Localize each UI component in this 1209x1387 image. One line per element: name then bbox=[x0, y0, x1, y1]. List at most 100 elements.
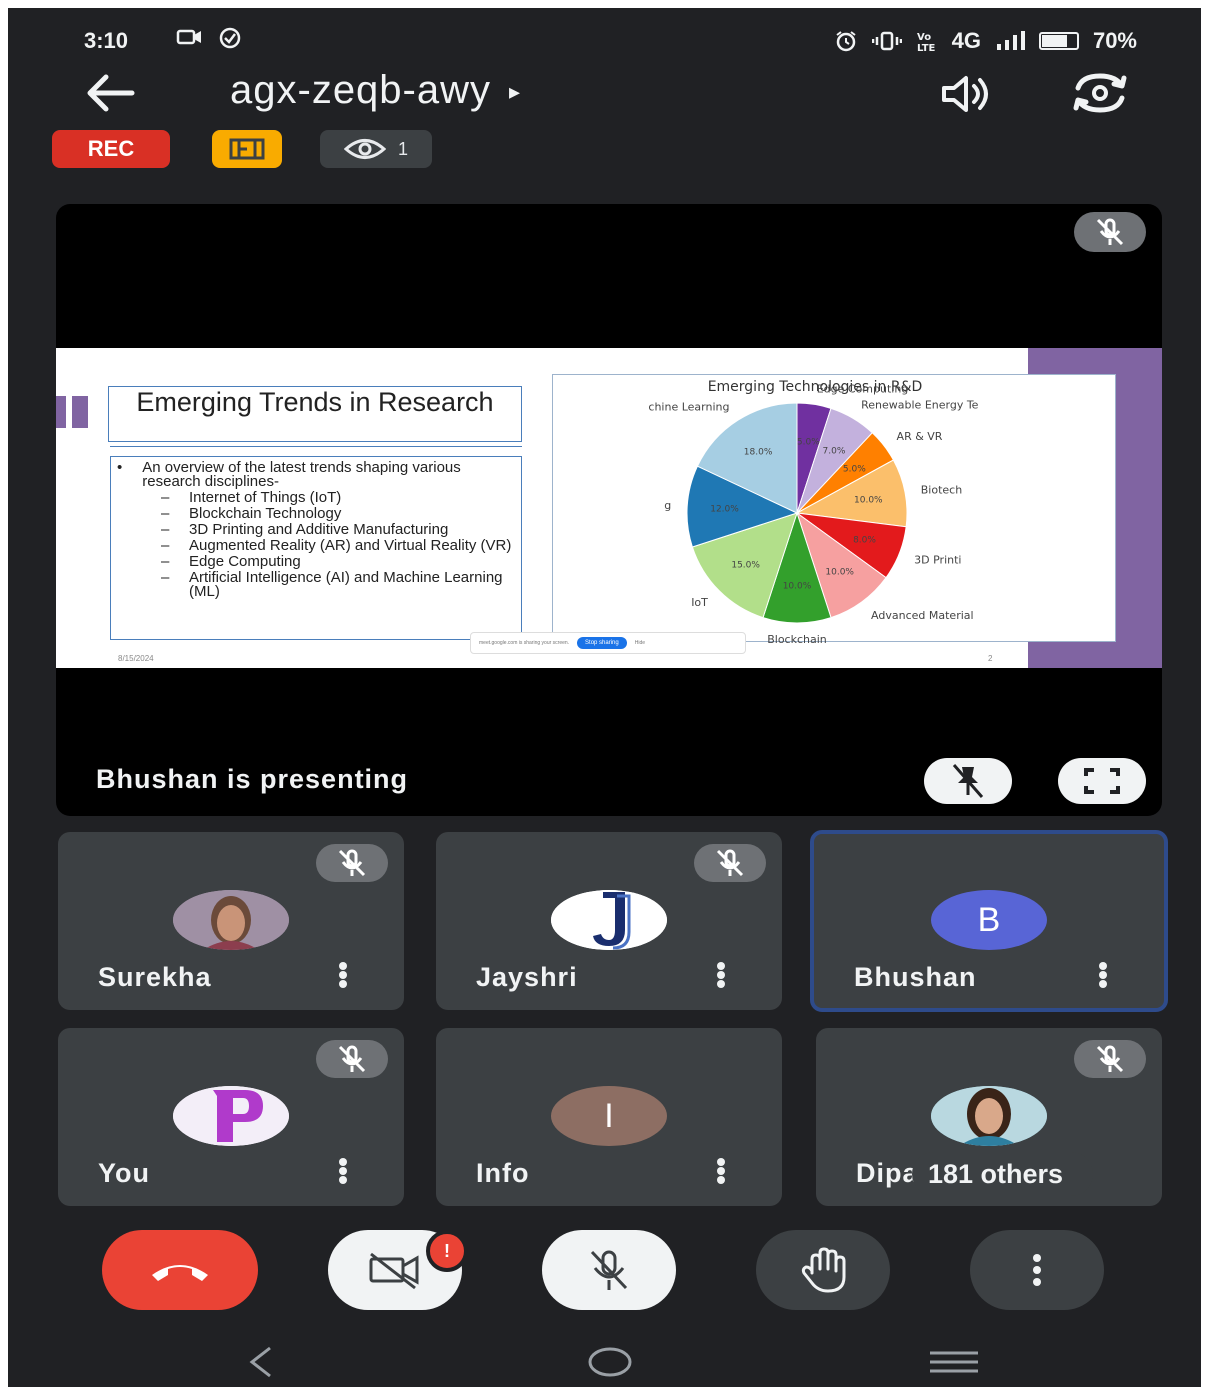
pie-slice-value: 12.0% bbox=[710, 504, 739, 514]
slide-intro-text: An overview of the latest trends shaping… bbox=[142, 459, 461, 490]
others-count-pill[interactable]: 181 others bbox=[912, 1152, 1094, 1196]
end-call-icon bbox=[152, 1265, 208, 1281]
pie-slice-label: AR & VR bbox=[897, 430, 943, 443]
pie-slice-value: 5.0% bbox=[843, 465, 866, 475]
status-bar: 3:10 Vo LTE 4G 70% bbox=[8, 22, 1201, 58]
more-options-button[interactable] bbox=[970, 1230, 1104, 1310]
mic-off-icon bbox=[590, 1250, 628, 1290]
participant-tile-others[interactable]: Dipa 181 others bbox=[816, 1028, 1162, 1206]
alarm-icon bbox=[835, 31, 856, 52]
hide-button[interactable]: Hide bbox=[635, 640, 645, 646]
pie-slice-label: chine Learning bbox=[648, 401, 729, 414]
participant-tile[interactable]: Surekha bbox=[58, 832, 404, 1010]
muted-badge bbox=[316, 844, 388, 882]
camera-icon bbox=[176, 29, 201, 45]
participant-tile-active-speaker[interactable]: B Bhushan bbox=[810, 830, 1168, 1012]
end-call-button[interactable] bbox=[102, 1230, 258, 1310]
pie-slice-label: Advanced Material bbox=[871, 609, 974, 622]
avatar-letter: B bbox=[977, 900, 1001, 939]
pie-slice-label: g bbox=[664, 499, 671, 512]
pie-slice-label: IoT bbox=[691, 596, 708, 609]
speaker-icon[interactable] bbox=[938, 74, 994, 114]
muted-badge bbox=[316, 1040, 388, 1078]
avatar bbox=[931, 1086, 1047, 1146]
vibrate-icon bbox=[871, 31, 902, 51]
meeting-code[interactable]: agx-zeqb-awy ▸ bbox=[230, 68, 521, 113]
more-options-icon[interactable] bbox=[1096, 960, 1110, 990]
more-options-icon[interactable] bbox=[714, 960, 728, 990]
viewers-chip[interactable]: 1 bbox=[320, 130, 432, 168]
share-notification-text: meet.google.com is sharing your screen. bbox=[479, 640, 570, 646]
participant-name: Info bbox=[476, 1158, 530, 1188]
nav-home-button[interactable] bbox=[582, 1340, 638, 1384]
host-controls-icon bbox=[229, 138, 265, 160]
unpin-icon bbox=[952, 764, 984, 798]
participant-tile[interactable]: I Info bbox=[436, 1028, 782, 1206]
mic-toggle-button[interactable] bbox=[542, 1230, 676, 1310]
avatar-photo bbox=[931, 1086, 1047, 1146]
avatar: I bbox=[551, 1086, 667, 1146]
slide-intro: • An overview of the latest trends shapin… bbox=[117, 459, 515, 490]
avatar bbox=[173, 890, 289, 950]
bullet-glyph: • bbox=[117, 459, 123, 476]
eye-icon bbox=[343, 139, 386, 159]
pie-slice-label: Blockchain bbox=[767, 633, 827, 643]
pie-slice-label: Biotech bbox=[921, 483, 962, 496]
avatar-photo bbox=[173, 890, 289, 950]
svg-text:LTE: LTE bbox=[917, 43, 936, 53]
participant-name: Dipa bbox=[856, 1158, 919, 1188]
battery-percent: 70% bbox=[1092, 28, 1137, 53]
fullscreen-icon bbox=[1084, 768, 1120, 794]
fullscreen-button[interactable] bbox=[1058, 758, 1146, 804]
pie-chart-svg: Emerging Technologies in R&D 5.0%Edge Co… bbox=[648, 379, 979, 646]
signal-icon bbox=[996, 31, 1025, 50]
slide-body: • An overview of the latest trends shapin… bbox=[110, 456, 522, 640]
nav-recents-button[interactable] bbox=[926, 1340, 982, 1384]
switch-camera-icon[interactable] bbox=[1068, 70, 1132, 116]
mic-off-icon bbox=[338, 1045, 366, 1073]
raise-hand-button[interactable] bbox=[756, 1230, 890, 1310]
pie-slice-value: 7.0% bbox=[823, 447, 846, 457]
meeting-code-text: agx-zeqb-awy bbox=[230, 68, 492, 112]
pie-slice-value: 18.0% bbox=[744, 448, 773, 458]
muted-badge bbox=[1074, 1040, 1146, 1078]
nav-back-icon bbox=[249, 1346, 271, 1378]
mic-off-icon bbox=[338, 849, 366, 877]
pie-slice-value: 10.0% bbox=[854, 495, 883, 505]
back-arrow-icon[interactable] bbox=[80, 70, 140, 116]
slide-divider bbox=[110, 446, 522, 447]
participant-tile[interactable]: Jayshri bbox=[436, 832, 782, 1010]
list-item: – Augmented Reality (AR) and Virtual Real… bbox=[161, 537, 512, 554]
slide-number: 2 bbox=[988, 654, 993, 663]
participant-name: Surekha bbox=[98, 962, 212, 992]
more-options-icon[interactable] bbox=[336, 960, 350, 990]
raise-hand-icon bbox=[801, 1247, 846, 1293]
avatar bbox=[551, 890, 667, 950]
pie-slice-label: Renewable Energy Te bbox=[861, 399, 979, 412]
slide-accent bbox=[56, 396, 66, 428]
host-controls-chip[interactable] bbox=[212, 130, 282, 168]
unpin-button[interactable] bbox=[924, 758, 1012, 804]
slide-date: 8/15/2024 bbox=[118, 654, 154, 663]
mic-off-icon bbox=[1096, 218, 1124, 246]
pie-slice-value: 5.0% bbox=[797, 437, 820, 447]
check-circle-icon bbox=[219, 27, 241, 49]
avatar-logo bbox=[173, 1086, 289, 1146]
nav-recents-icon bbox=[930, 1351, 978, 1373]
nav-back-button[interactable] bbox=[236, 1340, 286, 1384]
camera-off-icon bbox=[369, 1252, 419, 1290]
caret-right-icon: ▸ bbox=[509, 79, 522, 105]
battery-icon bbox=[1038, 32, 1079, 50]
participant-tile-self[interactable]: You bbox=[58, 1028, 404, 1206]
network-type: 4G bbox=[951, 28, 981, 53]
more-options-icon bbox=[1033, 1254, 1041, 1286]
stop-sharing-button[interactable]: Stop sharing bbox=[577, 637, 627, 649]
more-options-icon[interactable] bbox=[714, 1156, 728, 1186]
participant-name: Jayshri bbox=[476, 962, 578, 992]
presentation-stage[interactable]: Emerging Trends in Research • An overview… bbox=[56, 204, 1162, 816]
slide-title: Emerging Trends in Research bbox=[108, 386, 522, 442]
recording-badge[interactable]: REC bbox=[52, 130, 170, 168]
list-item: – Internet of Things (IoT) bbox=[161, 489, 342, 506]
pie-slice-value: 10.0% bbox=[825, 568, 854, 578]
more-options-icon[interactable] bbox=[336, 1156, 350, 1186]
